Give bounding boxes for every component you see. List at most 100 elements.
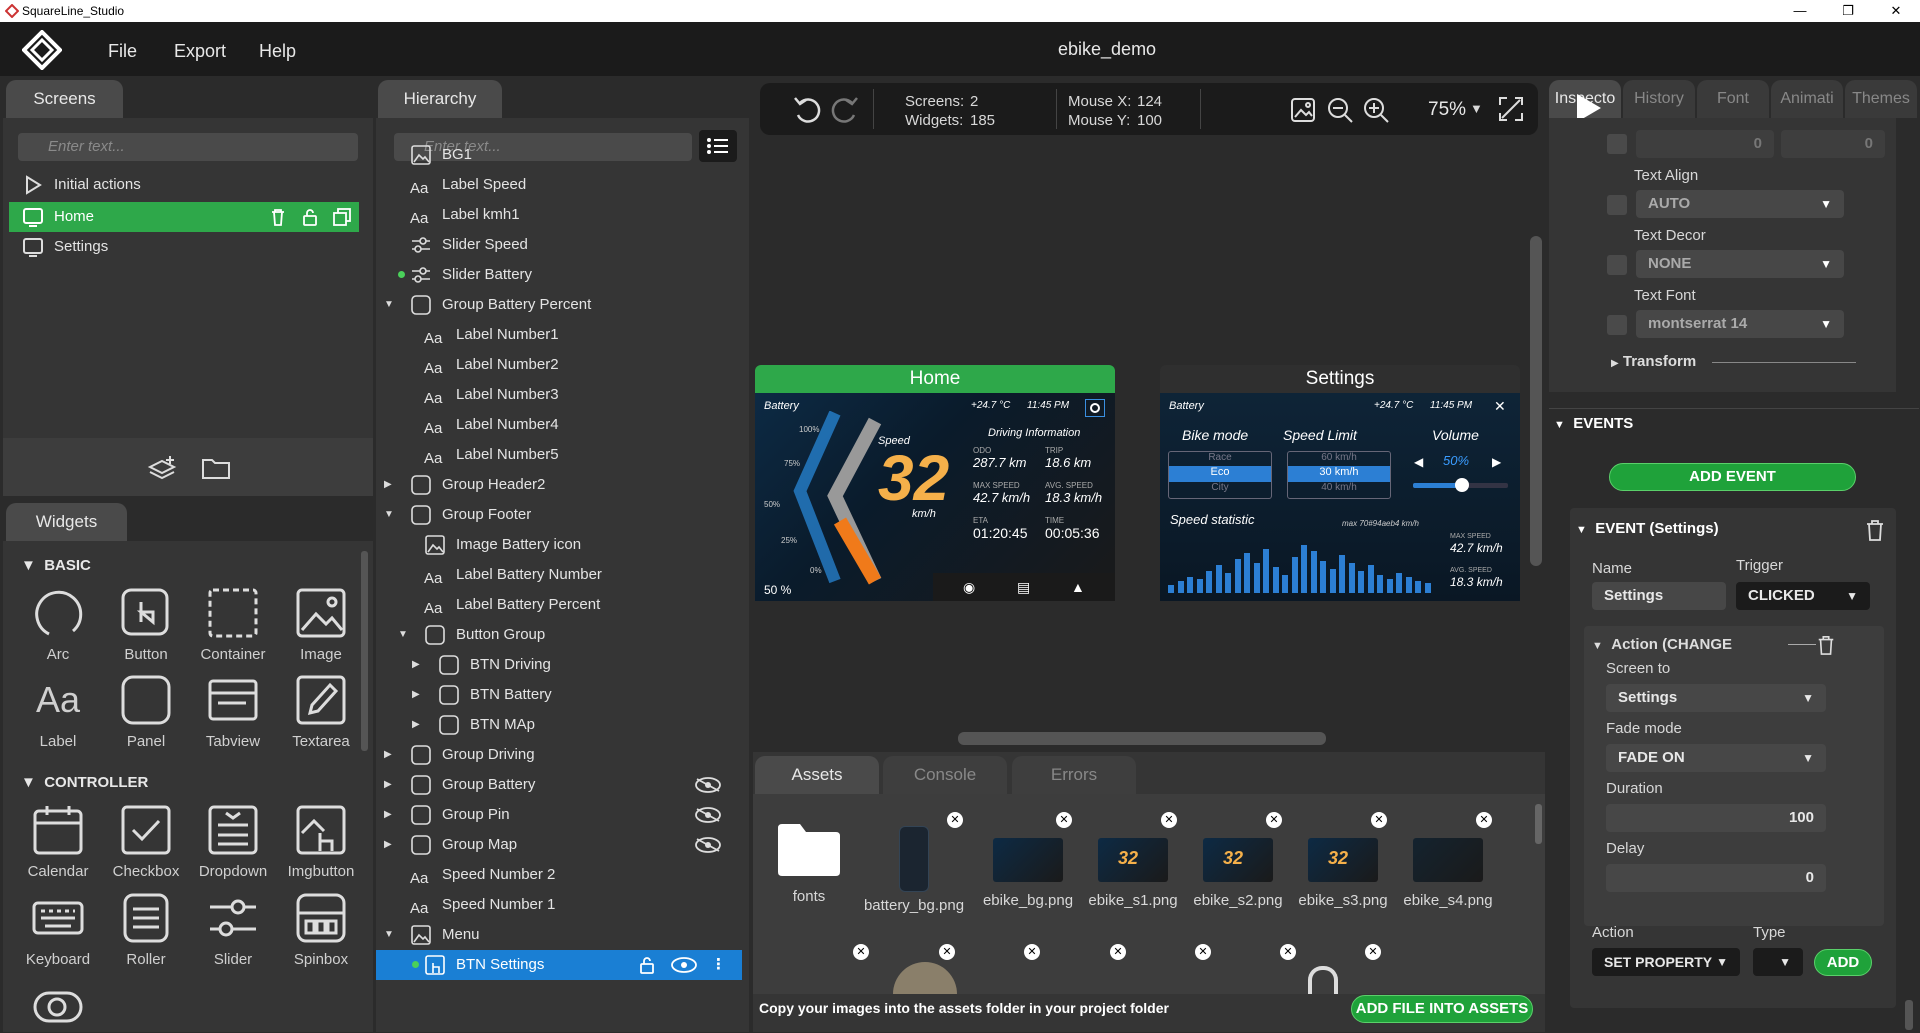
hierarchy-item[interactable]: Aa Label kmh1 [376, 200, 742, 230]
widgets-scrollbar[interactable] [361, 551, 368, 751]
fit-screen-icon[interactable] [1497, 95, 1525, 123]
hierarchy-item[interactable]: Aa Label Speed [376, 170, 742, 200]
zoom-dropdown-icon[interactable]: ▼ [1470, 101, 1483, 116]
asset-ebike-s1[interactable]: ✕ 32 ebike_s1.png [1083, 812, 1183, 922]
hierarchy-item[interactable]: Aa Speed Number 1 [376, 890, 742, 920]
asset-fonts-folder[interactable]: fonts [759, 812, 859, 922]
new-action-select[interactable]: SET PROPERTY ▼ [1592, 948, 1740, 976]
widget-label[interactable]: Aa Label [17, 673, 99, 757]
hierarchy-item[interactable]: Aa Label Number5 [376, 440, 742, 470]
chevron-down-icon[interactable]: ▼ [384, 920, 394, 950]
speed-limit-roller[interactable]: 60 km/h 30 km/h 40 km/h [1287, 451, 1391, 499]
chevron-down-icon[interactable]: ▼ [398, 620, 408, 650]
chevron-down-icon[interactable]: ▼ [384, 290, 394, 320]
hierarchy-item[interactable]: BG1 [376, 140, 742, 170]
hierarchy-item[interactable]: ▶ BTN MAp [376, 710, 742, 740]
trash-icon[interactable] [1864, 518, 1886, 542]
eye-hidden-icon[interactable] [694, 836, 722, 854]
remove-asset-icon[interactable]: ✕ [1365, 944, 1381, 960]
hierarchy-item[interactable]: ▼ Group Footer [376, 500, 742, 530]
fade-mode-select[interactable]: FADE ON ▼ [1606, 744, 1826, 772]
widget-checkbox[interactable]: Checkbox [105, 803, 187, 887]
widget-imgbutton[interactable]: Imgbutton [280, 803, 362, 887]
chevron-right-icon[interactable]: ▶ [384, 830, 392, 860]
more-options-icon[interactable]: ⋮ [711, 950, 726, 980]
hierarchy-item[interactable]: ▶ BTN Battery [376, 680, 742, 710]
screen-item-initial-actions[interactable]: Initial actions [18, 170, 358, 200]
inspector-scrollbar[interactable] [1905, 1000, 1913, 1030]
widget-textarea[interactable]: Textarea [280, 673, 362, 757]
hierarchy-item[interactable]: ▼ Button Group [376, 620, 742, 650]
chevron-right-icon[interactable]: ▶ [384, 770, 392, 800]
text-align-checkbox[interactable] [1607, 195, 1627, 215]
prop-checkbox[interactable] [1607, 134, 1627, 154]
canvas-vertical-scrollbar[interactable] [1530, 236, 1542, 566]
redo-icon[interactable] [830, 95, 860, 123]
delay-input[interactable]: 0 [1606, 864, 1826, 892]
assets-scrollbar[interactable] [1535, 804, 1542, 844]
tab-themes[interactable]: Themes [1845, 80, 1917, 118]
widget-slider[interactable]: Slider [192, 891, 274, 975]
widget-image[interactable]: Image [280, 586, 362, 670]
volume-mute-icon[interactable]: ◀ [1414, 455, 1423, 469]
hierarchy-item[interactable]: ▶ BTN Driving [376, 650, 742, 680]
hierarchy-item[interactable]: ▶ Group Map [376, 830, 742, 860]
events-header[interactable]: ▼ EVENTS [1554, 415, 1633, 432]
widget-switch[interactable] [17, 979, 99, 1029]
chevron-down-icon[interactable]: ▼ [384, 500, 394, 530]
battery-icon[interactable]: ▤ [1017, 579, 1030, 596]
volume-up-icon[interactable]: ▶ [1492, 455, 1501, 469]
hierarchy-item[interactable]: ▼ Menu [376, 920, 742, 950]
event-name-input[interactable]: Settings [1592, 582, 1726, 610]
eye-hidden-icon[interactable] [694, 776, 722, 794]
widget-keyboard[interactable]: Keyboard [17, 891, 99, 975]
hierarchy-item[interactable]: BTN Settings ⋮ [376, 950, 742, 980]
duplicate-icon[interactable] [331, 206, 353, 228]
tab-animation[interactable]: Animati [1771, 80, 1843, 118]
settings-close-icon[interactable]: ✕ [1494, 398, 1506, 415]
chevron-right-icon[interactable]: ▶ [384, 740, 392, 770]
tab-hierarchy[interactable]: Hierarchy [378, 80, 502, 118]
trash-icon[interactable] [267, 206, 289, 228]
hierarchy-item[interactable]: Aa Label Number3 [376, 380, 742, 410]
add-action-button[interactable]: ADD [1814, 949, 1872, 976]
menu-file[interactable]: File [108, 41, 137, 62]
tab-screens[interactable]: Screens [6, 80, 123, 118]
remove-asset-icon[interactable]: ✕ [1280, 944, 1296, 960]
hierarchy-item[interactable]: Slider Battery [376, 260, 742, 290]
widget-panel[interactable]: Panel [105, 673, 187, 757]
background-image-icon[interactable] [1289, 96, 1317, 124]
asset-ebike-s2[interactable]: ✕ 32 ebike_s2.png [1188, 812, 1288, 922]
screen-item-home[interactable]: Home [9, 202, 359, 232]
zoom-in-icon[interactable] [1362, 96, 1390, 124]
canvas-horizontal-scrollbar[interactable] [958, 732, 1326, 745]
eye-icon[interactable] [670, 956, 698, 974]
settings-gear-selected[interactable] [1085, 399, 1105, 417]
widget-arc[interactable]: Arc [17, 586, 99, 670]
asset-ebike-bg[interactable]: ✕ ebike_bg.png [978, 812, 1078, 922]
remove-asset-icon[interactable]: ✕ [853, 944, 869, 960]
widget-button[interactable]: Button [105, 586, 187, 670]
padding-input-b[interactable]: 0 [1781, 130, 1885, 158]
eye-hidden-icon[interactable] [694, 806, 722, 824]
asset-ebike-s3[interactable]: ✕ 32 ebike_s3.png [1293, 812, 1393, 922]
chevron-right-icon[interactable]: ▶ [384, 470, 392, 500]
asset-thumbnail[interactable] [893, 962, 957, 994]
hierarchy-item[interactable]: ▶ Group Header2 [376, 470, 742, 500]
duration-input[interactable]: 100 [1606, 804, 1826, 832]
bike-mode-roller[interactable]: Race Eco City [1168, 451, 1272, 499]
unlock-icon[interactable] [636, 954, 658, 976]
volume-slider[interactable] [1413, 478, 1508, 492]
tab-console[interactable]: Console [883, 756, 1007, 794]
remove-asset-icon[interactable]: ✕ [947, 812, 963, 828]
close-button[interactable]: ✕ [1872, 0, 1920, 22]
minimize-button[interactable]: — [1776, 0, 1824, 22]
widgets-controller-header[interactable]: ▼ CONTROLLER [21, 774, 148, 791]
zoom-select[interactable]: 75% [1428, 99, 1466, 121]
widget-tabview[interactable]: Tabview [192, 673, 274, 757]
hierarchy-item[interactable]: ▶ Group Battery [376, 770, 742, 800]
zoom-out-icon[interactable] [1326, 96, 1354, 124]
folder-icon[interactable] [201, 456, 231, 480]
remove-asset-icon[interactable]: ✕ [939, 944, 955, 960]
action-header[interactable]: ▼ Action (CHANGE [1592, 636, 1732, 653]
